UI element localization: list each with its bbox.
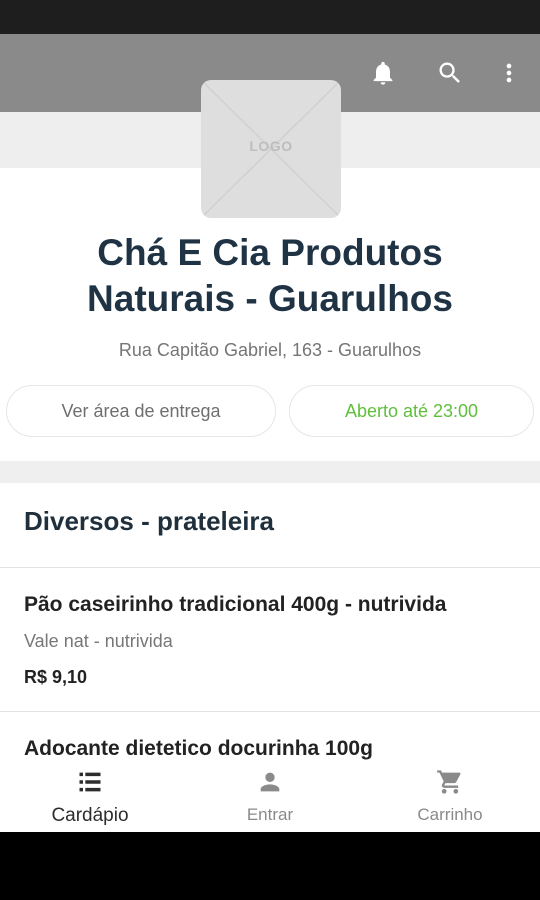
store-address: Rua Capitão Gabriel, 163 - Guarulhos: [118, 340, 422, 360]
product-description: Vale nat - nutrivida: [24, 631, 173, 651]
search-icon[interactable]: [433, 56, 467, 90]
nav-item-entrar[interactable]: Entrar: [180, 764, 360, 832]
nav-item-cardapio[interactable]: Cardápio: [0, 764, 180, 832]
menu-list-icon: [76, 768, 104, 801]
store-name: Chá E Cia Produtos Naturais - Guarulhos: [87, 232, 453, 319]
bottom-navigation: Cardápio Entrar Carrinho: [0, 764, 540, 832]
section-divider: [0, 461, 540, 483]
product-price: R$ 9,10: [24, 667, 88, 687]
product-name[interactable]: Adocante dietetico docurinha 100g: [24, 737, 373, 761]
person-icon: [256, 768, 284, 801]
open-status-badge: Aberto até 23:00: [289, 385, 534, 437]
nav-label: Entrar: [246, 805, 294, 824]
store-logo: LOGO: [201, 80, 341, 218]
nav-item-carrinho[interactable]: Carrinho: [360, 764, 540, 832]
nav-label: Carrinho: [417, 805, 483, 824]
divider: [0, 567, 540, 568]
nav-label: Cardápio: [51, 805, 129, 826]
system-navigation-bar: [0, 832, 540, 900]
section-title: Diversos - prateleira: [24, 506, 275, 536]
divider: [0, 711, 540, 712]
bell-icon[interactable]: [366, 56, 400, 90]
logo-placeholder-text: LOGO: [249, 138, 293, 154]
app-screen: LOGO Chá E Cia Produtos Naturais - Guaru…: [0, 34, 540, 832]
status-bar: [0, 0, 540, 34]
more-vert-icon[interactable]: [492, 56, 526, 90]
product-name[interactable]: Pão caseirinho tradicional 400g - nutriv…: [24, 593, 446, 617]
cart-icon: [436, 768, 464, 801]
delivery-area-button[interactable]: Ver área de entrega: [6, 385, 276, 437]
